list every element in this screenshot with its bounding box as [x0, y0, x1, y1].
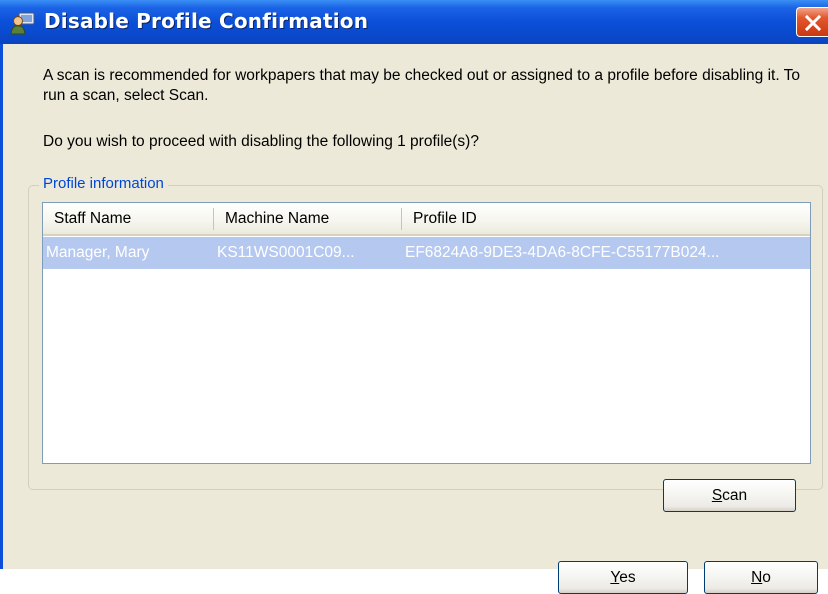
yes-button[interactable]: Yes — [558, 561, 688, 594]
cell-staff-name: Manager, Mary — [46, 244, 150, 261]
dialog-window: Disable Profile Confirmation A scan is r… — [0, 0, 828, 594]
group-legend: Profile information — [39, 175, 168, 192]
column-header-machine-name[interactable]: Machine Name — [214, 203, 401, 234]
scan-label: can — [722, 487, 748, 504]
column-header-profile-id[interactable]: Profile ID — [402, 203, 810, 234]
cell-profile-id: EF6824A8-9DE3-4DA6-8CFE-C55177B024... — [405, 244, 720, 261]
scan-mnemonic: S — [711, 487, 723, 504]
no-mnemonic: N — [751, 569, 763, 586]
window-title: Disable Profile Confirmation — [44, 9, 369, 33]
column-header-staff-name[interactable]: Staff Name — [43, 203, 213, 234]
no-button[interactable]: No — [704, 561, 818, 594]
yes-mnemonic: Y — [610, 569, 620, 586]
yes-label: es — [619, 569, 636, 586]
dialog-body: A scan is recommended for workpapers tha… — [0, 44, 828, 594]
list-header: Staff Name Machine Name Profile ID — [43, 203, 810, 236]
close-button[interactable] — [796, 7, 828, 37]
title-bar[interactable]: Disable Profile Confirmation — [0, 0, 828, 44]
scan-button[interactable]: Scan — [663, 479, 796, 512]
no-label: o — [762, 569, 771, 586]
profile-users-icon — [10, 11, 36, 35]
cell-machine-name: KS11WS0001C09... — [217, 244, 355, 261]
confirm-question-text: Do you wish to proceed with disabling th… — [43, 133, 479, 150]
close-icon — [804, 14, 822, 32]
table-row[interactable]: Manager, Mary KS11WS0001C09... EF6824A8-… — [43, 237, 810, 269]
profile-list[interactable]: Staff Name Machine Name Profile ID Manag… — [42, 202, 811, 464]
scan-recommendation-text: A scan is recommended for workpapers tha… — [43, 67, 801, 104]
